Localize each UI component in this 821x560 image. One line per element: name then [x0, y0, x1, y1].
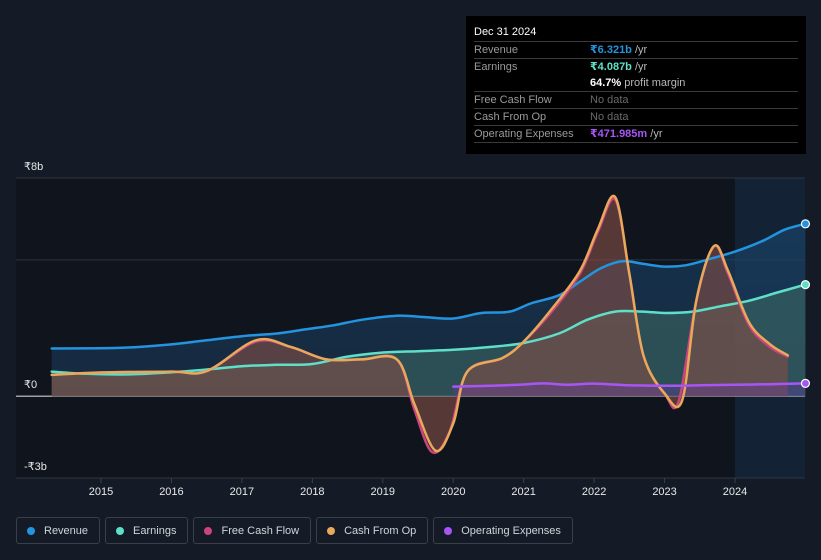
- y-tick-label: ₹0: [24, 379, 37, 391]
- x-tick-label: 2015: [89, 486, 113, 498]
- legend-label: Revenue: [44, 524, 89, 537]
- legend-item-revenue[interactable]: Revenue: [16, 517, 101, 544]
- x-axis: 2015 2016 2017 2018 2019 2020 2021 2022 2023 2024: [89, 478, 747, 498]
- legend-item-free-cash-flow[interactable]: Free Cash Flow: [193, 517, 312, 544]
- tooltip-row: Free Cash Flow No data: [474, 92, 798, 109]
- x-tick-label: 2019: [371, 486, 395, 498]
- tooltip-panel: Dec 31 2024 Revenue ₹6.321b /yr Earnings ₹4…: [466, 16, 806, 154]
- legend-dot-icon: [27, 526, 35, 535]
- tooltip-row-value: ₹471.985m /yr: [590, 126, 662, 142]
- tooltip-row: Revenue ₹6.321b /yr: [474, 42, 798, 59]
- tooltip-row-label: Earnings: [474, 61, 518, 73]
- tooltip-value-amount: ₹4.087b: [590, 61, 632, 73]
- legend-label: Free Cash Flow: [221, 524, 300, 537]
- legend-item-earnings[interactable]: Earnings: [105, 517, 189, 544]
- tooltip-row-value: No data: [590, 92, 629, 108]
- tooltip-row: Cash From Op No data: [474, 109, 798, 126]
- tooltip-value-amount: ₹6.321b: [590, 44, 632, 56]
- tooltip-rows: Revenue ₹6.321b /yr Earnings ₹4.087b /yr 64.…: [474, 42, 798, 143]
- x-tick-label: 2023: [652, 486, 676, 498]
- tooltip-value-unit: /yr: [631, 44, 648, 56]
- tooltip-value-amount: ₹471.985m: [590, 128, 648, 140]
- tooltip-row-value: ₹4.087b /yr: [590, 59, 647, 75]
- tooltip-row-label: [474, 75, 590, 91]
- tooltip-value-amount: No data: [590, 111, 629, 123]
- tooltip-row-label: Cash From Op: [474, 111, 547, 123]
- legend-dot-icon: [444, 526, 453, 535]
- earnings-endpoint: [800, 280, 811, 290]
- tooltip-row-value: 64.7% profit margin: [590, 75, 685, 91]
- tooltip-row-label: Revenue: [474, 44, 519, 56]
- y-tick-label: ₹8b: [24, 161, 43, 173]
- x-tick-label: 2017: [230, 486, 254, 498]
- tooltip-row-label: Free Cash Flow: [474, 94, 552, 106]
- legend-label: Operating Expenses: [461, 524, 561, 537]
- tooltip-value-unit: profit margin: [621, 77, 686, 89]
- tooltip-row: Earnings ₹4.087b /yr: [474, 59, 798, 75]
- legend-dot-icon: [327, 526, 336, 535]
- tooltip-value-unit: /yr: [647, 128, 663, 140]
- x-tick-label: 2018: [300, 486, 324, 498]
- legend-label: Earnings: [133, 524, 177, 537]
- operating-expenses-endpoint: [800, 378, 811, 388]
- tooltip-row-label: Operating Expenses: [474, 128, 574, 140]
- x-tick-label: 2021: [511, 486, 535, 498]
- x-tick-label: 2022: [582, 486, 606, 498]
- legend-dot-icon: [116, 526, 125, 535]
- tooltip-row: Operating Expenses ₹471.985m /yr: [474, 126, 798, 143]
- legend: Revenue Earnings Free Cash Flow Cash From O…: [16, 517, 573, 544]
- legend-item-cash-from-op[interactable]: Cash From Op: [316, 517, 429, 544]
- tooltip-value-unit: /yr: [631, 61, 648, 73]
- tooltip-value-amount: 64.7%: [590, 77, 622, 89]
- tooltip-value-amount: No data: [590, 94, 629, 106]
- x-tick-label: 2020: [441, 486, 465, 498]
- revenue-endpoint: [800, 219, 811, 229]
- x-tick-label: 2016: [159, 486, 183, 498]
- legend-dot-icon: [204, 526, 213, 535]
- tooltip-row: 64.7% profit margin: [474, 75, 798, 92]
- x-tick-label: 2024: [723, 486, 747, 498]
- legend-item-operating-expenses[interactable]: Operating Expenses: [433, 517, 573, 544]
- legend-label: Cash From Op: [344, 524, 417, 537]
- tooltip-date: Dec 31 2024: [474, 24, 798, 42]
- tooltip-row-value: No data: [590, 109, 629, 125]
- tooltip-row-value: ₹6.321b /yr: [590, 42, 647, 58]
- y-tick-label: -₹3b: [24, 461, 47, 473]
